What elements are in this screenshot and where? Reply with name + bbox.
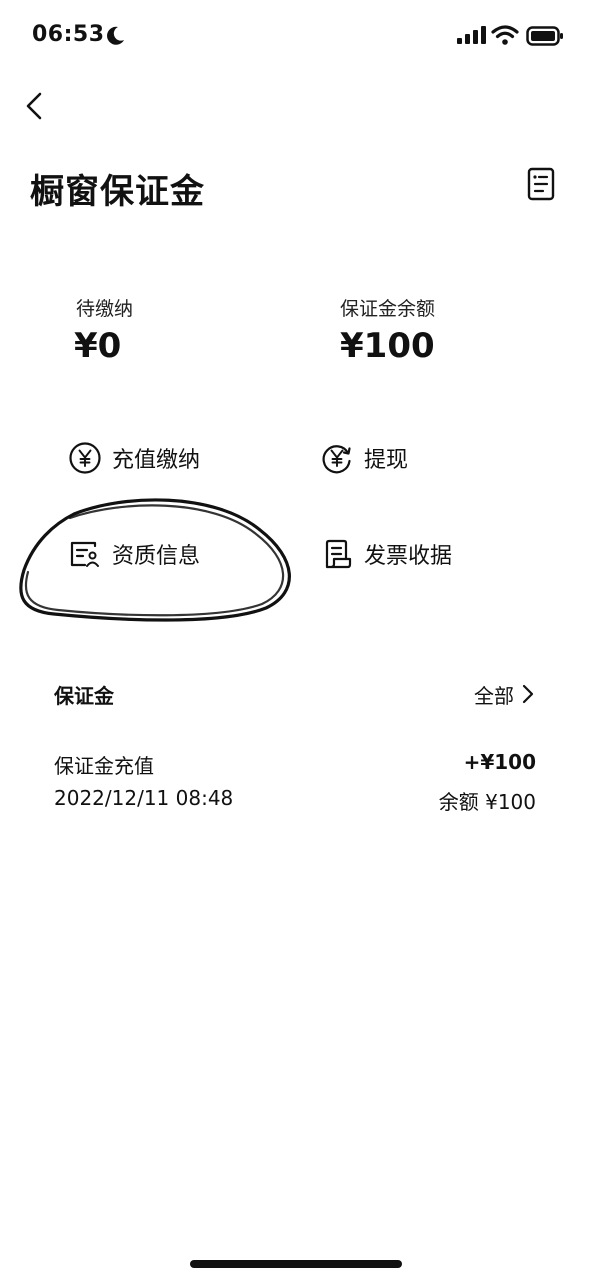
wifi-icon — [491, 25, 519, 45]
balance-value: ¥100 — [340, 326, 435, 366]
id-card-icon — [70, 541, 99, 567]
chevron-right-icon — [522, 684, 534, 704]
withdraw-label: 提现 — [364, 448, 409, 473]
recharge-label: 充值缴纳 — [112, 448, 201, 473]
invoice-receipt-label: 发票收据 — [364, 544, 453, 569]
records-section-title: 保证金 — [54, 684, 114, 708]
yen-circle-icon — [69, 442, 101, 474]
status-bar: 06:53 — [0, 0, 591, 76]
home-indicator[interactable] — [190, 1260, 402, 1268]
back-button[interactable] — [18, 88, 52, 124]
recharge-button[interactable]: 充值缴纳 — [68, 438, 200, 478]
view-all-label: 全部 — [474, 683, 514, 708]
yen-refresh-icon — [322, 445, 351, 474]
record-balance: 余额 ¥100 — [438, 790, 536, 814]
record-amount: +¥100 — [463, 750, 536, 774]
qualification-info-label: 资质信息 — [112, 544, 201, 569]
view-all-link[interactable]: 全部 — [474, 680, 536, 708]
list-item[interactable]: 保证金充值 2022/12/11 08:48 +¥100 余额 ¥100 — [54, 750, 536, 814]
balance-label: 保证金余额 — [340, 298, 436, 320]
qualification-info-button[interactable]: 资质信息 — [68, 534, 200, 574]
page-title: 橱窗保证金 — [30, 172, 205, 212]
record-title: 保证金充值 — [54, 754, 154, 778]
battery-icon — [526, 26, 563, 46]
withdraw-button[interactable]: 提现 — [320, 438, 408, 478]
document-list-icon[interactable] — [524, 166, 558, 202]
status-time: 06:53 — [32, 22, 105, 47]
signal-icon — [457, 26, 486, 44]
pending-label: 待缴纳 — [76, 298, 134, 320]
pending-value: ¥0 — [74, 326, 122, 366]
invoice-receipt-button[interactable]: 发票收据 — [320, 534, 452, 574]
receipt-icon — [325, 539, 352, 569]
moon-icon — [107, 26, 124, 45]
record-time: 2022/12/11 08:48 — [54, 786, 234, 810]
